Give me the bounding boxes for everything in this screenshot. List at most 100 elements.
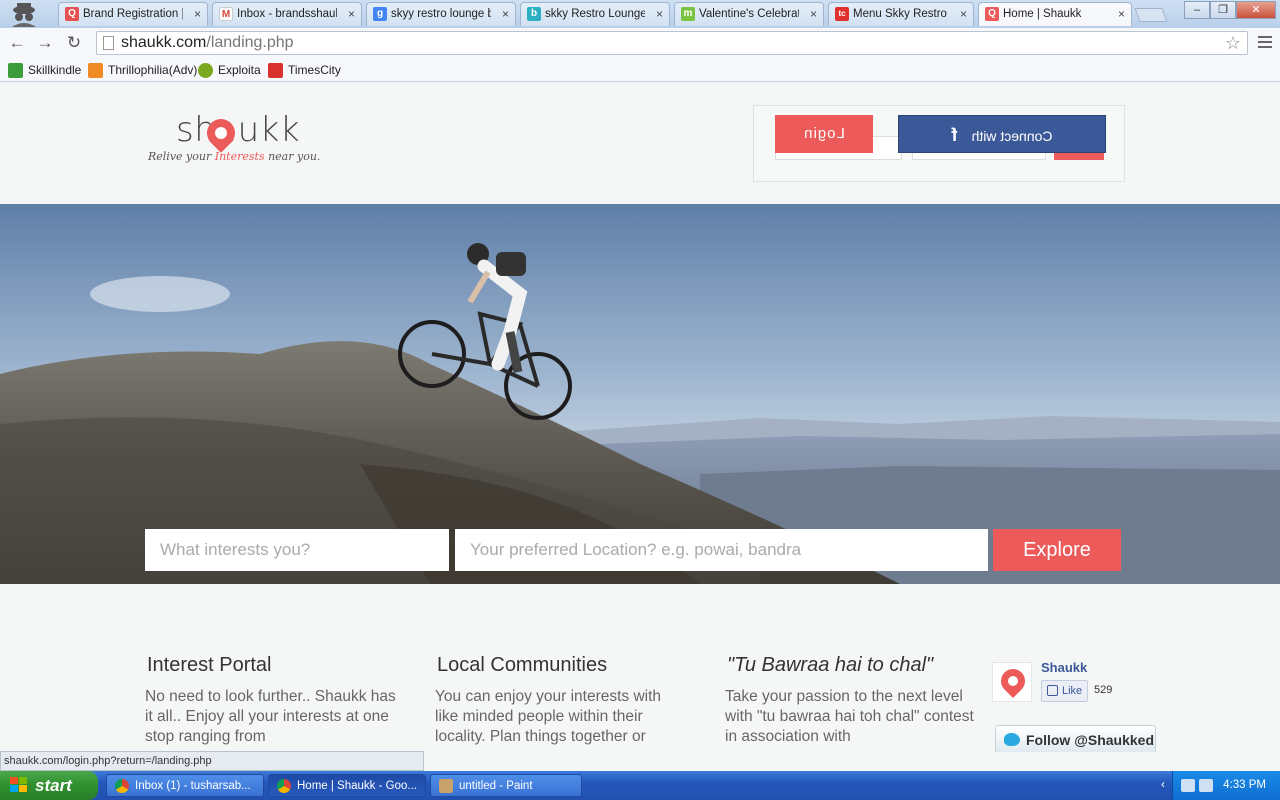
bookmark-icon xyxy=(88,63,103,78)
bookmark-label: Exploita xyxy=(218,63,261,77)
minimize-button[interactable]: – xyxy=(1184,1,1210,19)
google-icon: g xyxy=(373,7,387,21)
bookmarks-bar: Skillkindle Thrillophilia(Adv) Exploita … xyxy=(0,58,1280,82)
tab-favicon-icon: Q xyxy=(65,7,79,21)
shaukk-logo[interactable]: shaukk Relive your Interests near you. xyxy=(148,110,328,170)
incognito-icon xyxy=(12,3,36,27)
feature-text: Take your passion to the next level with… xyxy=(725,688,974,745)
tab-title: skyy restro lounge ba xyxy=(391,8,491,20)
close-icon[interactable]: × xyxy=(656,3,663,25)
location-search-input[interactable] xyxy=(455,529,988,571)
close-icon[interactable]: × xyxy=(960,3,967,25)
url-path: /landing.php xyxy=(206,34,294,51)
network-icon[interactable] xyxy=(1181,779,1195,792)
chrome-icon xyxy=(115,779,129,793)
show-hidden-icons-icon[interactable]: ‹ xyxy=(1161,777,1165,791)
bookmark-skillkindle[interactable]: Skillkindle xyxy=(8,62,81,78)
bookmark-icon xyxy=(8,63,23,78)
menu-icon[interactable] xyxy=(1258,36,1272,51)
tab-skky-restro[interactable]: b skky Restro Lounge × xyxy=(520,2,670,26)
gmail-icon: M xyxy=(219,7,233,21)
url-host: shaukk.com xyxy=(121,34,207,51)
close-window-button[interactable]: ✕ xyxy=(1236,1,1276,19)
browser-toolbar: ← → ↻ shaukk.com/landing.php ☆ xyxy=(0,28,1280,58)
close-icon[interactable]: × xyxy=(1118,3,1125,25)
bookmark-label: Thrillophilia(Adv) xyxy=(108,63,198,77)
tab-menu-skky[interactable]: tc Menu Skky Restro Lo × xyxy=(828,2,974,26)
feature-tu-bawraa: "Tu Bawraa hai to chal" Take your passio… xyxy=(725,654,977,747)
windows-taskbar: start Inbox (1) - tusharsab... Home | Sh… xyxy=(0,771,1280,800)
taskbar-item-paint[interactable]: untitled - Paint xyxy=(430,774,582,797)
feature-text: You can enjoy your interests with like m… xyxy=(435,688,662,745)
page-icon xyxy=(103,36,114,50)
paint-icon xyxy=(439,779,453,793)
tab-favicon-icon: b xyxy=(527,7,541,21)
tab-title: Menu Skky Restro Lo xyxy=(853,8,949,20)
taskbar-item-label: Inbox (1) - tusharsab... xyxy=(135,780,251,792)
bookmark-star-icon[interactable]: ☆ xyxy=(1225,32,1241,54)
twitter-follow-label: Follow @Shaukked xyxy=(1026,732,1155,748)
like-count: 529 xyxy=(1094,684,1113,696)
close-icon[interactable]: × xyxy=(348,3,355,25)
tab-favicon-icon: tc xyxy=(835,7,849,21)
tab-favicon-icon: m xyxy=(681,7,695,21)
maximize-button[interactable]: ❐ xyxy=(1210,1,1236,19)
start-button[interactable]: start xyxy=(0,771,98,800)
hero-banner: Explore xyxy=(0,204,1280,584)
system-tray: ‹ 4:33 PM xyxy=(1161,771,1280,800)
feature-title: Local Communities xyxy=(437,654,608,676)
window-controls: – ❐ ✕ xyxy=(1184,1,1276,19)
facebook-icon: f xyxy=(951,125,958,145)
explore-button[interactable]: Explore xyxy=(993,529,1121,571)
page-content: shaukk Relive your Interests near you. L… xyxy=(0,82,1280,752)
feature-title: Interest Portal xyxy=(147,654,272,676)
new-tab-button[interactable] xyxy=(1134,8,1168,22)
address-bar[interactable]: shaukk.com/landing.php ☆ xyxy=(96,31,1248,55)
twitter-bird-icon xyxy=(1004,733,1020,746)
tab-google-search[interactable]: g skyy restro lounge ba × xyxy=(366,2,516,26)
clock[interactable]: 4:33 PM xyxy=(1223,771,1266,800)
tab-title: Valentine's Celebratio xyxy=(699,8,799,20)
login-button[interactable]: Login xyxy=(775,115,873,153)
tab-brand-registration[interactable]: Q Brand Registration | S × xyxy=(58,2,208,26)
bookmark-thrillophilia[interactable]: Thrillophilia(Adv) xyxy=(88,62,197,78)
facebook-like-widget: Shaukk Like 529 xyxy=(988,658,1138,728)
taskbar-item-label: Home | Shaukk - Goo... xyxy=(297,780,417,792)
feature-title: "Tu Bawraa hai to chal" xyxy=(727,654,934,676)
bookmark-exploita[interactable]: Exploita xyxy=(198,62,261,78)
tab-strip: Q Brand Registration | S × M Inbox - bra… xyxy=(0,0,1280,28)
tab-title: Brand Registration | S xyxy=(83,8,183,20)
start-label: start xyxy=(35,776,72,795)
bookmark-timescity[interactable]: TimesCity xyxy=(268,62,341,78)
tab-title: Home | Shaukk xyxy=(1003,8,1082,20)
facebook-like-button[interactable]: Like xyxy=(1041,680,1088,702)
taskbar-item-inbox[interactable]: Inbox (1) - tusharsab... xyxy=(106,774,264,797)
interest-search-input[interactable] xyxy=(145,529,449,571)
twitter-follow-button[interactable]: Follow @Shaukked xyxy=(995,725,1156,752)
logo-tagline: Relive your Interests near you. xyxy=(148,150,321,163)
taskbar-item-shaukk[interactable]: Home | Shaukk - Goo... xyxy=(268,774,426,797)
bookmark-label: TimesCity xyxy=(288,63,341,77)
feature-interest-portal: Interest Portal No need to look further.… xyxy=(145,654,397,747)
status-bubble: shaukk.com/login.php?return=/landing.php xyxy=(0,751,424,771)
feature-text: No need to look further.. Shaukk has it … xyxy=(145,688,396,745)
volume-icon[interactable] xyxy=(1199,779,1213,792)
feature-local-communities: Local Communities You can enjoy your int… xyxy=(435,654,687,747)
facebook-page-name[interactable]: Shaukk xyxy=(1041,660,1087,675)
facebook-connect-button[interactable]: Connect with f xyxy=(898,115,1106,153)
close-icon[interactable]: × xyxy=(502,3,509,25)
tab-inbox[interactable]: M Inbox - brandsshauk × xyxy=(212,2,362,26)
login-panel: Login Connect with f xyxy=(753,105,1125,182)
reload-button[interactable]: ↻ xyxy=(63,32,85,54)
thumbs-up-icon xyxy=(1047,685,1058,696)
tab-valentines[interactable]: m Valentine's Celebratio × xyxy=(674,2,824,26)
back-button[interactable]: ← xyxy=(6,32,28,54)
close-icon[interactable]: × xyxy=(194,3,201,25)
tab-home-shaukk[interactable]: Q Home | Shaukk × xyxy=(978,2,1132,26)
logo-wordmark: shaukk xyxy=(176,110,301,150)
windows-logo-icon xyxy=(10,777,28,794)
shaukk-avatar[interactable] xyxy=(992,662,1032,702)
forward-button[interactable]: → xyxy=(34,32,56,54)
taskbar-item-label: untitled - Paint xyxy=(459,780,533,792)
close-icon[interactable]: × xyxy=(810,3,817,25)
